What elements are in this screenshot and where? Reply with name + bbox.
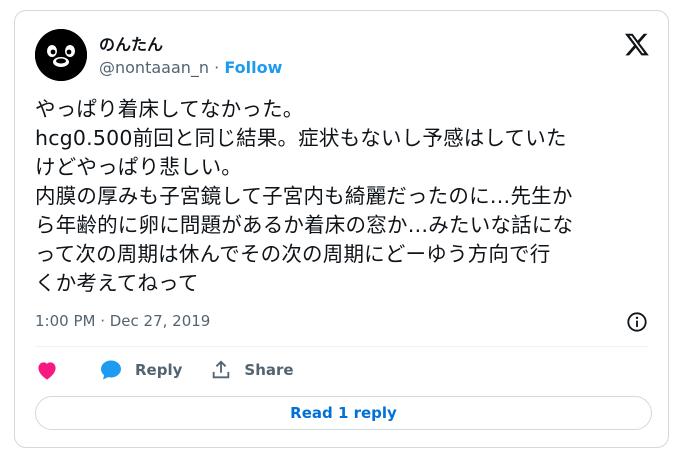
heart-icon (38, 362, 56, 380)
divider (35, 346, 648, 347)
handle-row: @nontaaan_n · Follow (99, 58, 282, 77)
tweet-card: のんたん @nontaaan_n · Follow やっぱり着床してなかった。 … (14, 10, 669, 448)
info-icon[interactable] (626, 311, 648, 333)
share-button[interactable]: Share (210, 359, 294, 381)
x-logo-icon[interactable] (624, 31, 650, 57)
handle[interactable]: @nontaaan_n (99, 58, 209, 77)
action-bar: Reply Share (35, 358, 322, 382)
reply-bubble-icon (101, 360, 121, 380)
reply-button[interactable]: Reply (99, 358, 182, 382)
display-name[interactable]: のんたん (99, 31, 163, 55)
avatar[interactable] (35, 29, 87, 81)
like-button[interactable] (35, 358, 71, 382)
timestamp[interactable]: 1:00 PM · Dec 27, 2019 (35, 312, 210, 330)
share-label: Share (244, 361, 294, 379)
separator: · (214, 58, 220, 77)
reply-label: Reply (135, 361, 183, 379)
share-icon (213, 360, 230, 379)
read-reply-button[interactable]: Read 1 reply (35, 396, 652, 430)
tweet-text: やっぱり着床してなかった。 hcg0.500前回と同じ結果。症状もないし予感はし… (35, 97, 574, 295)
follow-button[interactable]: Follow (224, 58, 282, 77)
penguin-avatar-icon (35, 29, 87, 81)
